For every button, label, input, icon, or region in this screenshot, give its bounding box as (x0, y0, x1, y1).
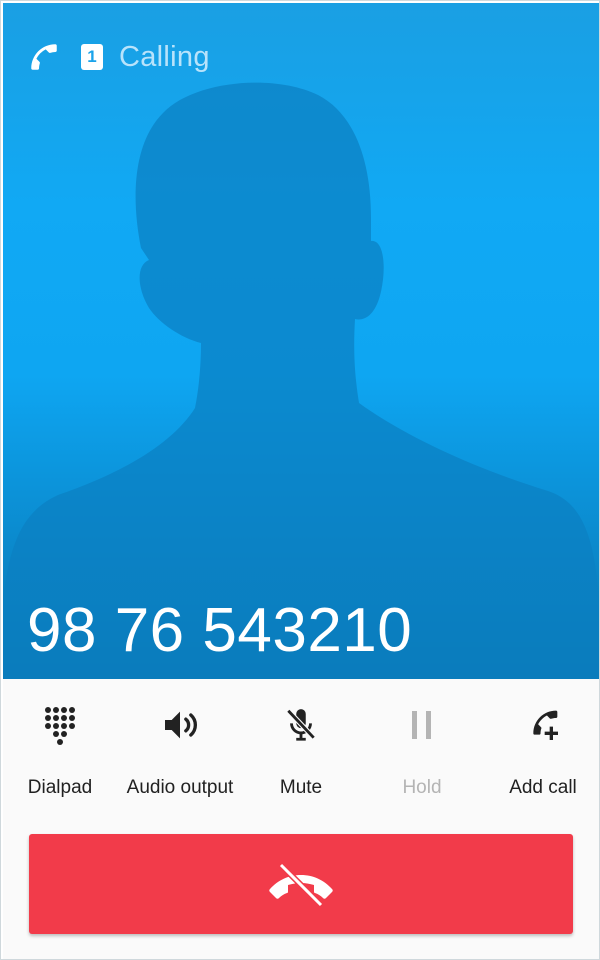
dialpad-label: Dialpad (27, 777, 93, 798)
hold-button[interactable]: Hold (357, 703, 487, 803)
phone-icon (31, 44, 57, 70)
add-call-button[interactable]: Add call (478, 703, 600, 803)
caller-number: 98 76 543210 (27, 596, 413, 665)
contact-silhouette-image (3, 82, 599, 679)
hold-label: Hold (402, 777, 442, 798)
call-end-icon (269, 862, 333, 908)
caller-photo-area: 1 Calling 98 76 543210 (3, 3, 599, 679)
call-action-bar: Dialpad Audio output Mute Hold Add call (3, 679, 599, 809)
add-call-label: Add call (509, 777, 577, 798)
call-status-row: 1 Calling (27, 37, 210, 77)
end-call-button[interactable] (29, 834, 573, 934)
mute-label: Mute (279, 777, 323, 798)
speaker-icon (158, 703, 202, 747)
mic-off-icon (279, 703, 323, 747)
dialpad-icon (38, 703, 82, 747)
add-call-icon (521, 703, 565, 747)
dialpad-button[interactable]: Dialpad (0, 703, 125, 803)
audio-output-button[interactable]: Audio output (115, 703, 245, 803)
in-call-screen: 1 Calling 98 76 543210 Dialpad Audio out… (0, 0, 600, 960)
mute-button[interactable]: Mute (236, 703, 366, 803)
audio-output-label: Audio output (126, 777, 234, 798)
call-state-label: Calling (119, 40, 210, 73)
pause-icon (400, 703, 444, 747)
sim-slot-badge: 1 (81, 44, 103, 70)
call-controls: Dialpad Audio output Mute Hold Add call (3, 679, 599, 959)
